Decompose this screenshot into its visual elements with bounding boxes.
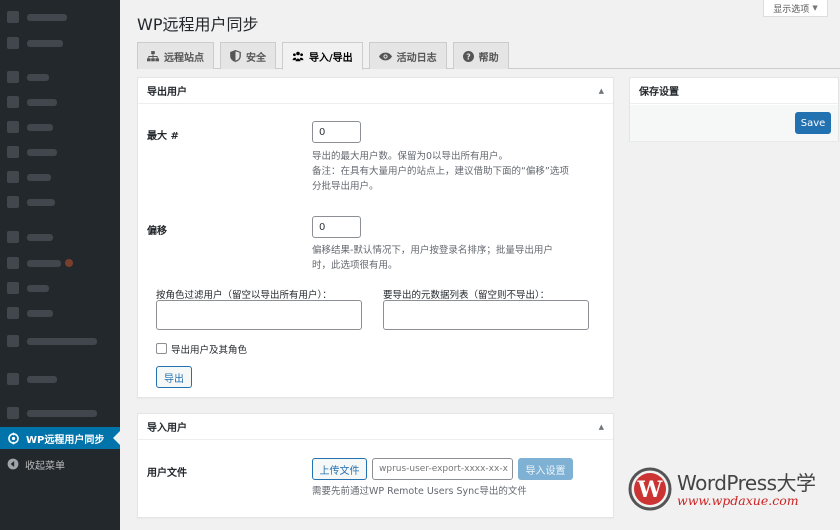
watermark-brand: WordPress大学	[677, 471, 816, 495]
sidebar-item-blurred[interactable]	[0, 226, 120, 248]
role-filter-label: 按角色过滤用户（留空以导出所有用户）：	[156, 290, 332, 301]
groups-icon	[292, 51, 304, 62]
sidebar-item-blurred[interactable]	[0, 116, 120, 138]
sidebar-item-blurred[interactable]	[0, 191, 120, 213]
admin-sidebar: WP远程用户同步 收起菜单	[0, 0, 120, 530]
eye-icon	[378, 52, 392, 61]
sidebar-item-wp-remote-users-sync[interactable]: WP远程用户同步	[0, 427, 120, 449]
import-box-header[interactable]: 导入用户 ▲	[138, 414, 613, 440]
wordpress-logo-icon: W	[628, 467, 672, 514]
user-file-label: 用户文件	[147, 468, 187, 479]
offset-description: 偏移结果-默认情况下，用户按登录名排序；批量导出用户 时，此选项很有用。	[312, 243, 612, 273]
nav-tabs: 远程站点 安全 导入/导出 活动日志 ? 帮助	[137, 42, 509, 70]
meta-keys-label: 要导出的元数据列表（留空则不导出）：	[383, 290, 550, 301]
tab-help[interactable]: ? 帮助	[452, 42, 509, 69]
sidebar-item-blurred[interactable]	[0, 6, 120, 28]
max-users-description: 导出的最大用户数。保留为0以导出所有用户。 备注：在具有大量用户的站点上，建议借…	[312, 149, 612, 194]
save-button[interactable]: Save	[795, 112, 831, 134]
file-path-input[interactable]: wprus-user-export-xxxx-xx-x	[372, 458, 513, 480]
sidebar-item-blurred[interactable]	[0, 66, 120, 88]
offset-label: 偏移	[147, 226, 167, 237]
role-filter-input[interactable]	[156, 300, 362, 330]
sidebar-item-blurred[interactable]	[0, 330, 120, 352]
export-with-roles-checkbox[interactable]	[156, 343, 167, 354]
description-line: 时，此选项很有用。	[312, 260, 398, 271]
import-settings-button[interactable]: 导入设置	[518, 458, 573, 480]
upload-file-button[interactable]: 上传文件	[312, 458, 367, 480]
sidebar-item-blurred[interactable]	[0, 166, 120, 188]
tab-label: 远程站点	[164, 52, 204, 64]
sidebar-item-label: WP远程用户同步	[26, 434, 105, 446]
save-box-header: 保存设置	[630, 78, 838, 104]
collapse-arrow-icon[interactable]: ▲	[599, 423, 604, 431]
description-line: 偏移结果-默认情况下，用户按登录名排序；批量导出用户	[312, 245, 553, 256]
max-users-label: 最大 #	[147, 131, 179, 142]
watermark-url: www.wpdaxue.com	[677, 493, 799, 508]
meta-keys-input[interactable]	[383, 300, 589, 330]
collapse-menu-label: 收起菜单	[25, 460, 65, 472]
sync-icon	[7, 432, 20, 445]
export-box-header[interactable]: 导出用户 ▲	[138, 78, 613, 104]
description-line: 分批导出用户。	[312, 181, 379, 192]
sidebar-item-blurred[interactable]	[0, 368, 120, 390]
export-users-box: 导出用户 ▲ 最大 # 0 导出的最大用户数。保留为0以导出所有用户。 备注：在…	[137, 77, 614, 398]
import-users-box: 导入用户 ▲ 用户文件 上传文件 wprus-user-export-xxxx-…	[137, 413, 614, 518]
offset-input[interactable]: 0	[312, 216, 361, 238]
sidebar-item-blurred[interactable]	[0, 252, 120, 274]
svg-text:W: W	[637, 477, 663, 503]
sitemap-icon	[147, 50, 159, 62]
sidebar-item-blurred[interactable]	[0, 91, 120, 113]
page-title: WP远程用户同步	[137, 15, 259, 34]
shield-icon	[230, 50, 241, 62]
sidebar-item-blurred[interactable]	[0, 141, 120, 163]
save-settings-box: 保存设置 Save	[629, 77, 839, 141]
sidebar-item-blurred[interactable]	[0, 302, 120, 324]
tab-label: 帮助	[478, 52, 499, 64]
screen-options-button[interactable]: 显示选项 ▼	[763, 0, 828, 17]
sidebar-item-blurred[interactable]	[0, 402, 120, 424]
watermark: W WordPress大学 www.wpdaxue.com	[628, 466, 828, 514]
help-icon: ?	[462, 50, 474, 62]
tab-remote-sites[interactable]: 远程站点	[137, 42, 214, 69]
description-line: 导出的最大用户数。保留为0以导出所有用户。	[312, 151, 509, 162]
collapse-arrow-icon[interactable]: ▲	[599, 87, 604, 95]
svg-text:?: ?	[466, 52, 470, 61]
export-button[interactable]: 导出	[156, 366, 192, 388]
watermark-text: WordPress大学 www.wpdaxue.com	[677, 472, 816, 508]
sidebar-item-blurred[interactable]	[0, 277, 120, 299]
tab-activity-log[interactable]: 活动日志	[368, 42, 447, 69]
description-line: 备注：在具有大量用户的站点上，建议借助下面的“偏移”选项	[312, 166, 569, 177]
sidebar-item-blurred[interactable]	[0, 32, 120, 54]
tab-import-export[interactable]: 导入/导出	[282, 42, 363, 70]
screen-options-label: 显示选项	[773, 4, 810, 15]
collapse-menu-button[interactable]: 收起菜单	[0, 453, 120, 475]
tab-label: 导入/导出	[309, 52, 353, 64]
tab-label: 安全	[246, 52, 266, 64]
save-box-title: 保存设置	[639, 87, 679, 98]
collapse-icon	[7, 458, 19, 470]
max-users-input[interactable]: 0	[312, 121, 361, 143]
tab-security[interactable]: 安全	[220, 42, 276, 69]
export-with-roles-label: 导出用户及其角色	[171, 345, 248, 356]
export-box-title: 导出用户	[147, 87, 187, 98]
tab-label: 活动日志	[396, 52, 437, 64]
chevron-down-icon: ▼	[812, 4, 818, 12]
import-box-title: 导入用户	[147, 423, 187, 434]
user-file-description: 需要先前通过WP Remote Users Sync导出的文件	[312, 486, 527, 497]
